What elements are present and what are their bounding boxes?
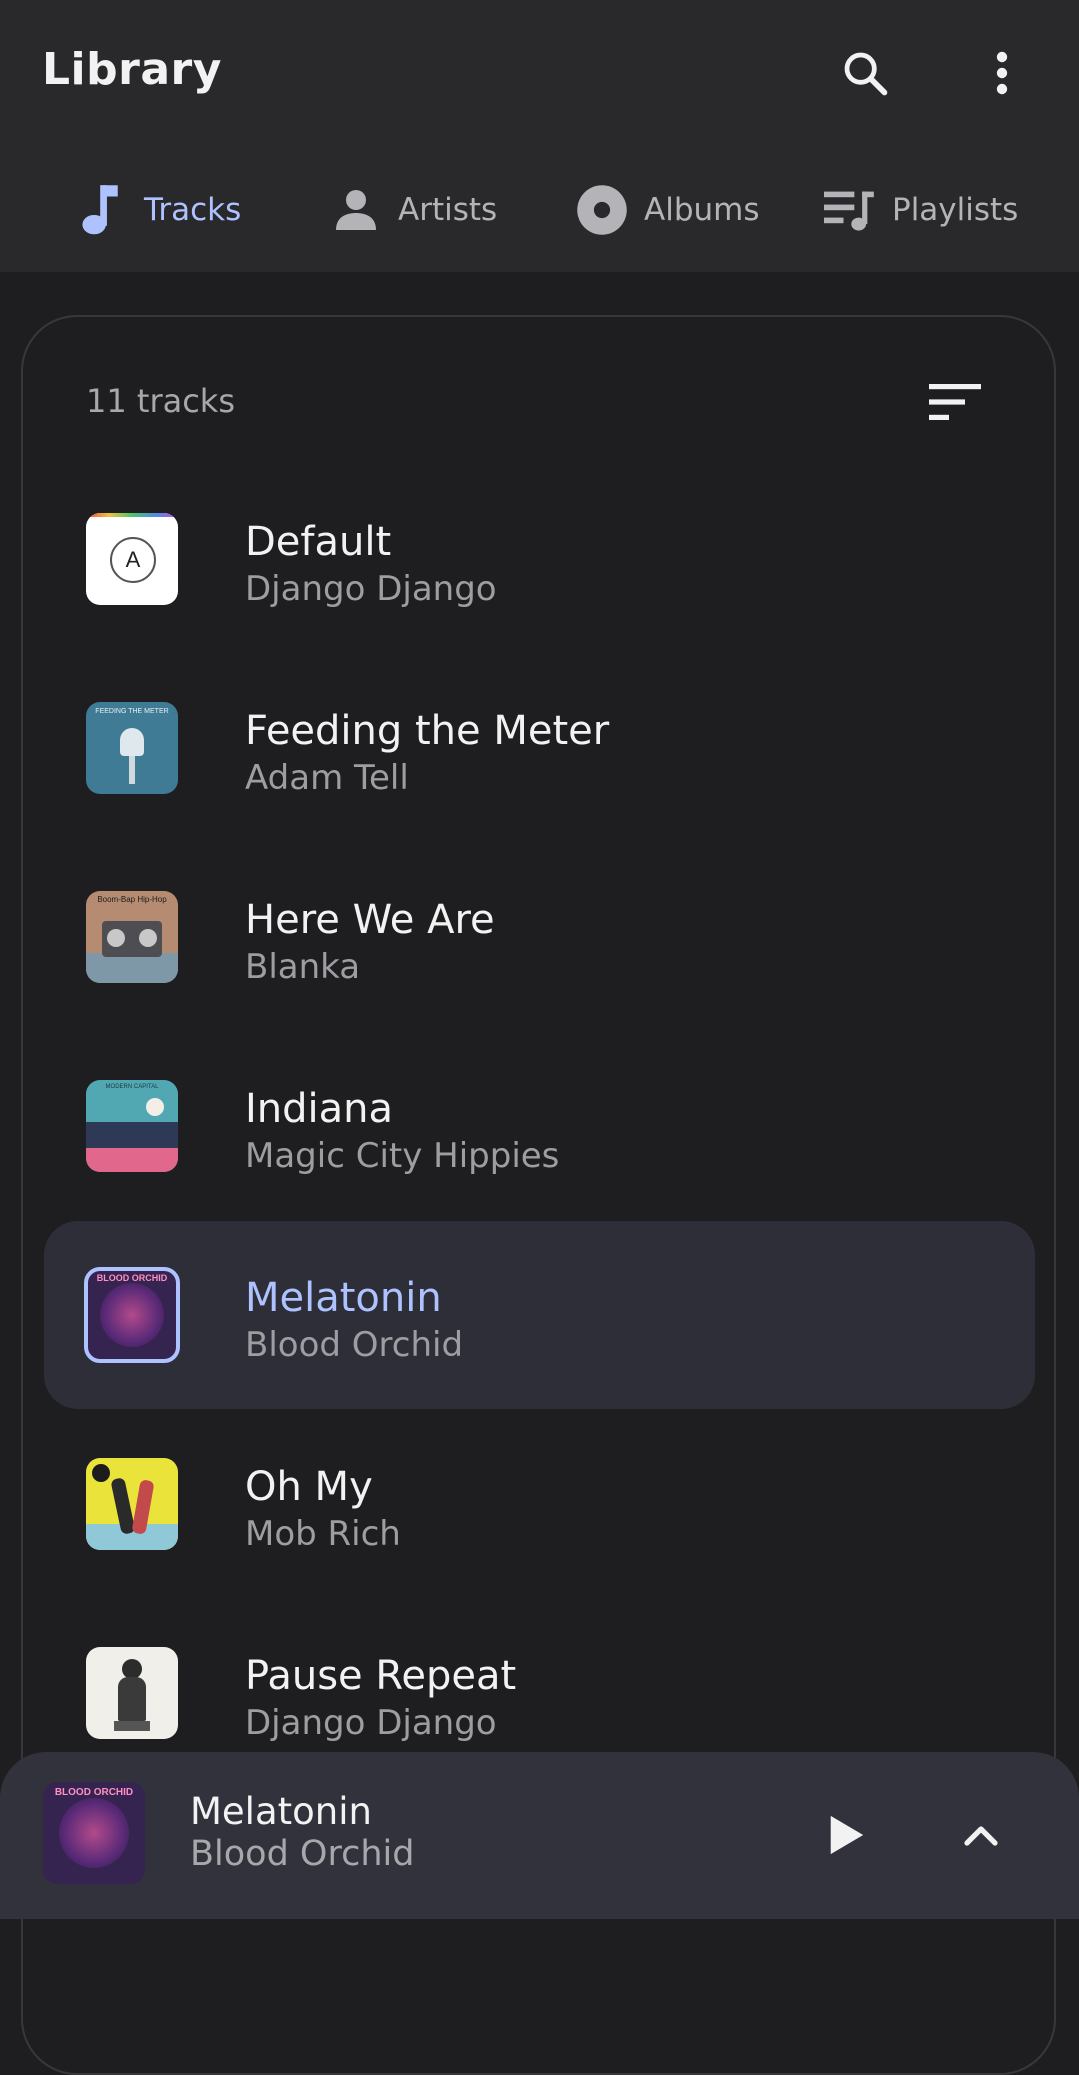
album-art: A <box>86 513 178 605</box>
track-title: Default <box>245 519 392 565</box>
track-count: 11 tracks <box>86 382 235 420</box>
album-art-label: MODERN CAPITAL <box>105 1084 159 1090</box>
track-title: Pause Repeat <box>245 1653 517 1699</box>
track-title: Indiana <box>245 1086 394 1132</box>
sort-icon <box>929 384 981 420</box>
library-tabs: Tracks Artists Albums Playlists <box>0 168 1079 252</box>
chevron-up-icon <box>964 1826 998 1846</box>
track-artist: Django Django <box>245 1703 497 1743</box>
tab-label: Albums <box>644 192 760 228</box>
search-icon <box>844 52 888 96</box>
track-artist: Adam Tell <box>245 758 409 798</box>
album-art: FEEDING THE METER <box>86 702 178 794</box>
player-track-title: Melatonin <box>190 1790 372 1833</box>
track-title: Melatonin <box>245 1275 442 1321</box>
more-options-button[interactable] <box>962 33 1042 113</box>
tab-tracks[interactable]: Tracks <box>72 168 241 252</box>
track-row[interactable]: FEEDING THE METER Feeding the Meter Adam… <box>44 654 1035 842</box>
search-button[interactable] <box>825 33 905 113</box>
player-track-artist: Blood Orchid <box>190 1834 415 1874</box>
track-row-selected[interactable]: BLOOD ORCHID Melatonin Blood Orchid <box>44 1221 1035 1409</box>
album-art-label: BLOOD ORCHID <box>96 1273 168 1283</box>
album-art: Boom-Bap Hip-Hop <box>86 891 178 983</box>
track-artist: Magic City Hippies <box>245 1136 560 1176</box>
album-art: MODERN CAPITAL <box>86 1080 178 1172</box>
album-art-label: BLOOD ORCHID <box>54 1787 134 1798</box>
page-title: Library <box>42 44 222 95</box>
mini-player[interactable]: BLOOD ORCHID Melatonin Blood Orchid <box>0 1752 1079 1919</box>
track-row[interactable]: Boom-Bap Hip-Hop Here We Are Blanka <box>44 843 1035 1031</box>
tab-label: Playlists <box>892 192 1019 228</box>
album-art <box>86 1458 178 1550</box>
tab-label: Artists <box>398 192 498 228</box>
album-art: BLOOD ORCHID <box>84 1267 180 1363</box>
sort-button[interactable] <box>915 362 995 442</box>
tab-playlists[interactable]: Playlists <box>820 168 1018 252</box>
album-art-label: A <box>110 537 156 583</box>
track-artist: Mob Rich <box>245 1514 401 1554</box>
album-icon <box>572 180 632 240</box>
more-vert-icon <box>996 51 1008 95</box>
tab-label: Tracks <box>144 192 242 228</box>
track-row[interactable]: MODERN CAPITAL Indiana Magic City Hippie… <box>44 1032 1035 1220</box>
track-artist: Blanka <box>245 947 361 987</box>
track-title: Feeding the Meter <box>245 708 610 754</box>
app-bar: Library Tracks Artists Albums Playlists <box>0 0 1079 272</box>
tab-albums[interactable]: Albums <box>572 168 760 252</box>
expand-player-button[interactable] <box>941 1795 1021 1875</box>
tab-artists[interactable]: Artists <box>326 168 497 252</box>
music-note-icon <box>72 180 132 240</box>
album-art-label: Boom-Bap Hip-Hop <box>97 895 167 904</box>
track-title: Oh My <box>245 1464 373 1510</box>
queue-music-icon <box>820 180 880 240</box>
player-album-art: BLOOD ORCHID <box>43 1782 145 1884</box>
play-button[interactable] <box>806 1795 886 1875</box>
track-artist: Django Django <box>245 569 497 609</box>
track-title: Here We Are <box>245 897 495 943</box>
album-art <box>86 1647 178 1739</box>
track-artist: Blood Orchid <box>245 1325 464 1365</box>
track-row[interactable]: A Default Django Django <box>44 465 1035 653</box>
album-art-label: FEEDING THE METER <box>95 708 169 715</box>
play-icon <box>830 1815 864 1855</box>
track-row[interactable]: Oh My Mob Rich <box>44 1410 1035 1598</box>
person-icon <box>326 180 386 240</box>
